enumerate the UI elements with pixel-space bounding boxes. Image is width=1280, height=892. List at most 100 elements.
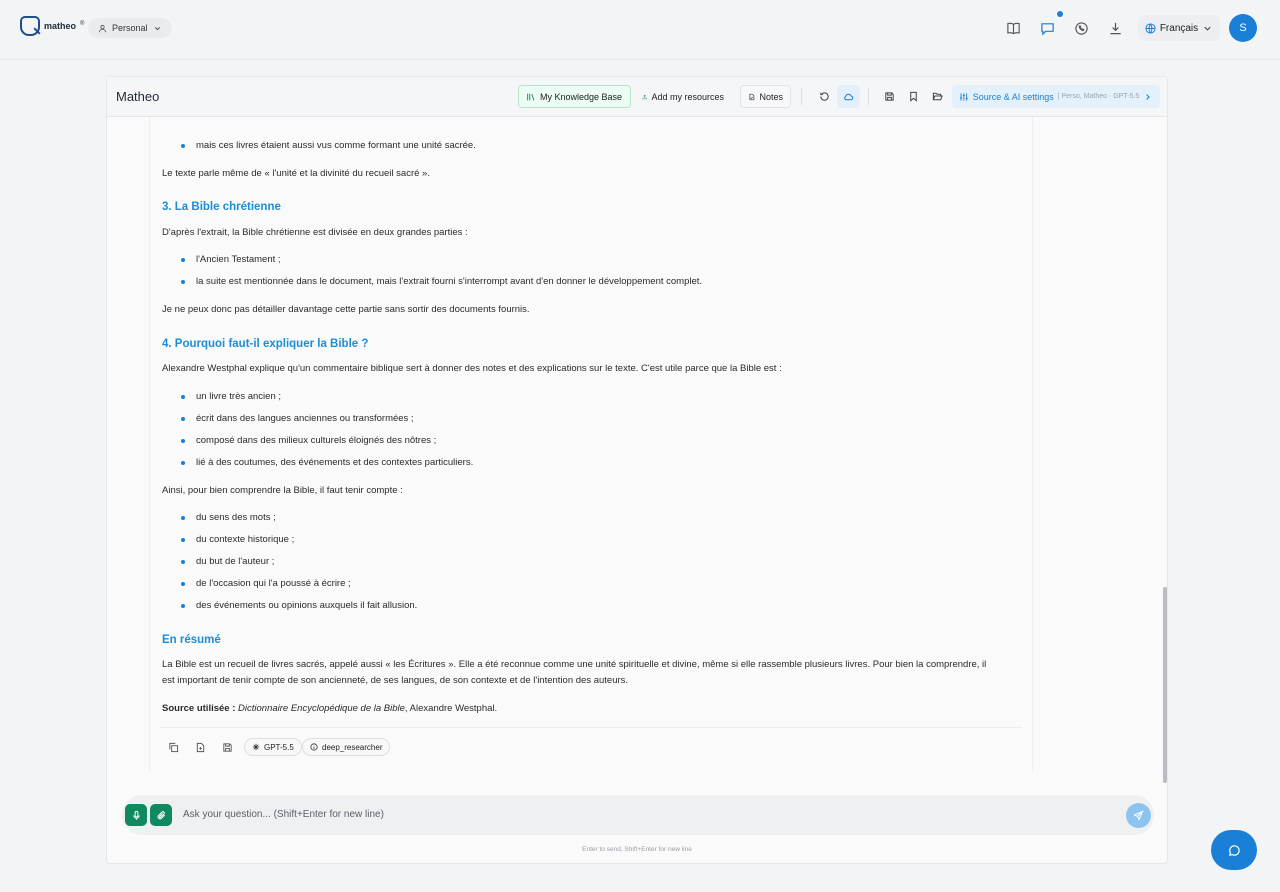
section-heading: En résumé [162, 634, 221, 646]
copy-icon [168, 742, 178, 752]
source-label: Source utilisée : [162, 703, 236, 714]
logo-mark-icon [20, 16, 40, 36]
notification-dot [1057, 11, 1063, 17]
add-resources-button[interactable]: Add my resources [635, 85, 731, 108]
save-icon [885, 92, 894, 101]
open-folder-button[interactable] [926, 85, 949, 108]
list-bullet [181, 144, 185, 148]
notes-label: Notes [759, 91, 783, 102]
book-icon [1006, 22, 1020, 34]
send-icon [1133, 810, 1144, 821]
list-bullet [181, 280, 185, 284]
list-bullet [181, 538, 185, 542]
list-item: du contexte historique ; [196, 534, 295, 545]
chat-button[interactable] [1036, 17, 1058, 39]
chevron-down-icon [1204, 26, 1211, 31]
sliders-icon [959, 92, 968, 101]
chat-input-bar: Ask your question... (Shift+Enter for ne… [122, 795, 1154, 835]
upload-icon [642, 94, 647, 99]
logo-registered: ® [80, 20, 85, 27]
header-divider [868, 88, 869, 105]
chevron-down-icon [154, 26, 160, 30]
save-message-button[interactable] [216, 738, 238, 756]
list-bullet [181, 258, 185, 262]
chevron-right-icon [1146, 93, 1151, 100]
paragraph: est important de tenir compte de son anc… [162, 675, 629, 686]
paragraph: Alexandre Westphal explique qu'un commen… [162, 363, 782, 374]
list-bullet [181, 439, 185, 443]
workspace-select[interactable]: Personal [88, 18, 172, 38]
add-resources-label: Add my resources [651, 91, 724, 102]
panel-header: Matheo My Knowledge Base Add my resource… [107, 77, 1167, 117]
chat-bubble-icon [1228, 844, 1240, 856]
input-hint: Enter to send, Shift+Enter for new line [582, 846, 692, 853]
model-chip: GPT-5.5 [244, 738, 302, 756]
list-bullet [181, 417, 185, 421]
download-icon [1109, 22, 1121, 34]
list-bullet [181, 582, 185, 586]
logo-wordmark: matheo [44, 21, 77, 31]
chat-input[interactable]: Ask your question... (Shift+Enter for ne… [183, 809, 384, 820]
page-title: Matheo [116, 89, 160, 104]
paperclip-icon [157, 810, 165, 819]
section-heading: 4. Pourquoi faut-il expliquer la Bible ? [162, 338, 369, 350]
note-icon [749, 93, 755, 100]
source-line: Source utilisée : Dictionnaire Encyclopé… [162, 703, 497, 714]
scrollbar-thumb[interactable] [1163, 587, 1167, 783]
source-ai-settings-button[interactable]: Source & AI settings | Perso, Matheo · G… [952, 85, 1160, 108]
bookmark-button[interactable] [902, 85, 925, 108]
save-button[interactable] [878, 85, 901, 108]
file-add-icon [196, 742, 204, 752]
agent-chip: deep_researcher [302, 738, 391, 756]
list-item: composé dans des milieux culturels éloig… [196, 435, 437, 446]
paragraph: D'après l'extrait, la Bible chrétienne e… [162, 227, 468, 238]
list-item: mais ces livres étaient aussi vus comme … [196, 140, 476, 151]
language-select[interactable]: Français [1138, 15, 1220, 41]
list-bullet [181, 560, 185, 564]
save-icon [222, 742, 232, 752]
copy-button[interactable] [162, 738, 184, 756]
top-bar: matheo ® Personal Français S [0, 0, 1280, 60]
list-item: un livre très ancien ; [196, 391, 282, 402]
send-button[interactable] [1126, 803, 1151, 828]
list-item: de l'occasion qui l'a poussé à écrire ; [196, 578, 351, 589]
source-title: Dictionnaire Encyclopédique de la Bible [238, 703, 405, 714]
globe-icon [1145, 22, 1156, 34]
microphone-button[interactable] [125, 804, 147, 826]
settings-meta: | Perso, Matheo · GPT-5.5 [1057, 93, 1140, 100]
user-icon [99, 24, 106, 32]
support-chat-button[interactable] [1211, 830, 1257, 870]
whatsapp-button[interactable] [1070, 17, 1092, 39]
list-item: du but de l'auteur ; [196, 556, 275, 567]
folder-open-icon [932, 92, 943, 101]
avatar[interactable]: S [1229, 14, 1257, 42]
paragraph: Le texte parle même de « l'unité et la d… [162, 168, 430, 179]
matheo-logo[interactable]: matheo ® [20, 16, 84, 36]
list-bullet [181, 395, 185, 399]
history-button[interactable] [813, 85, 836, 108]
library-button[interactable] [1002, 17, 1024, 39]
model-label: GPT-5.5 [264, 742, 294, 752]
cloud-sync-button[interactable] [837, 85, 860, 108]
divider [160, 727, 1022, 728]
library-icon [527, 93, 535, 100]
whatsapp-icon [1074, 21, 1088, 35]
workspace-label: Personal [112, 23, 148, 33]
spark-icon [252, 743, 260, 751]
list-item: des événements ou opinions auxquels il f… [196, 600, 418, 611]
info-icon [310, 743, 318, 751]
attach-button[interactable] [150, 804, 172, 826]
knowledge-base-label: My Knowledge Base [540, 91, 623, 102]
source-author: , Alexandre Westphal. [404, 703, 498, 714]
list-item: du sens des mots ; [196, 512, 276, 523]
download-button[interactable] [1104, 17, 1126, 39]
list-bullet [181, 516, 185, 520]
paragraph: Ainsi, pour bien comprendre la Bible, il… [162, 485, 403, 496]
cloud-icon [844, 93, 854, 101]
chat-panel: Matheo My Knowledge Base Add my resource… [106, 76, 1168, 864]
history-icon [820, 92, 829, 101]
paragraph: Je ne peux donc pas détailler davantage … [162, 304, 530, 315]
export-button[interactable] [189, 738, 211, 756]
knowledge-base-button[interactable]: My Knowledge Base [518, 85, 631, 108]
notes-button[interactable]: Notes [740, 85, 791, 108]
